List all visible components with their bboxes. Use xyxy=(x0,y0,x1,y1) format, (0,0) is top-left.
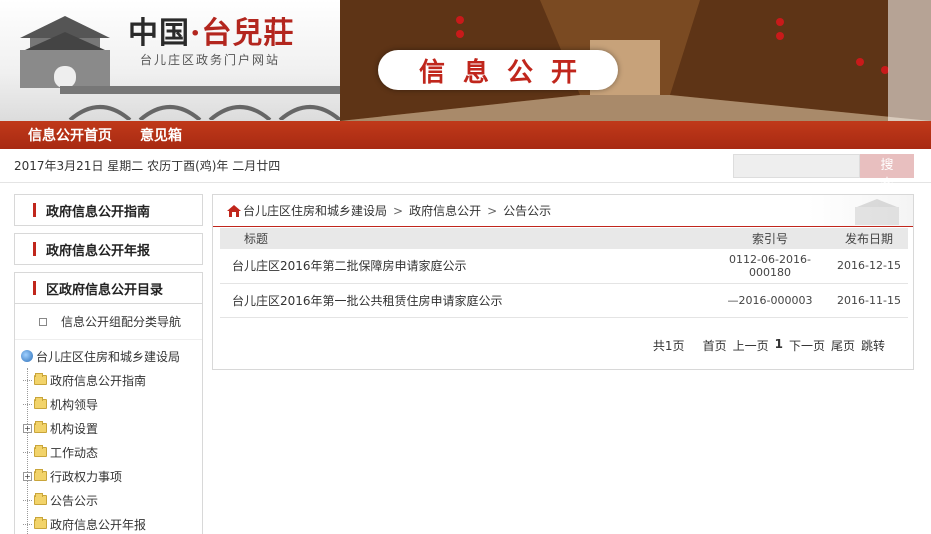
catalog-panel: 区政府信息公开目录 信息公开组配分类导航 台儿庄区住房和城乡建设局 政府信息公开… xyxy=(14,272,203,534)
city-tower-image xyxy=(20,16,110,88)
tree-item[interactable]: 公告公示 xyxy=(15,488,202,512)
folder-icon xyxy=(34,397,47,409)
tree-item[interactable]: 政府信息公开指南 xyxy=(15,368,202,392)
page-body: 政府信息公开指南 政府信息公开年报 区政府信息公开目录 信息公开组配分类导航 台… xyxy=(0,183,931,534)
tree-branch xyxy=(23,451,32,453)
logo-title-part2: 台兒莊 xyxy=(201,16,295,51)
tree-branch xyxy=(23,499,32,501)
breadcrumb-item[interactable]: 公告公示 xyxy=(503,202,551,219)
announcement-table: 标题 索引号 发布日期 台儿庄区2016年第二批保障房申请家庭公示 0112-0… xyxy=(220,228,908,318)
current-date: 2017年3月21日 星期二 农历丁酉(鸡)年 二月廿四 xyxy=(14,159,281,173)
column-header-title: 标题 xyxy=(220,228,710,249)
tree-branch xyxy=(23,523,32,525)
site-subtitle: 台儿庄区政务门户网站 xyxy=(140,53,281,67)
announcement-title-link[interactable]: 台儿庄区2016年第二批保障房申请家庭公示 xyxy=(220,249,710,284)
main-nav: 信息公开首页 意见箱 xyxy=(0,121,931,149)
page-total: 共1页 xyxy=(652,339,685,353)
tree-item-label: 工作动态 xyxy=(50,445,99,460)
sidebar-item-guide[interactable]: 政府信息公开指南 xyxy=(14,194,203,226)
expand-icon[interactable]: + xyxy=(23,423,32,433)
tree-root-label: 台儿庄区住房和城乡建设局 xyxy=(36,349,181,364)
tree-branch xyxy=(23,403,32,405)
tree-root[interactable]: 台儿庄区住房和城乡建设局 xyxy=(15,344,202,368)
prev-page-link[interactable]: 上一页 xyxy=(733,337,769,354)
catalog-title-label: 区政府信息公开目录 xyxy=(46,282,164,298)
tree-item-label: 政府信息公开年报 xyxy=(50,517,147,532)
tree-item[interactable]: 机构领导 xyxy=(15,392,202,416)
next-page-link[interactable]: 下一页 xyxy=(789,337,825,354)
tree-item-label: 公告公示 xyxy=(50,493,99,508)
sidebar-item-annual-report[interactable]: 政府信息公开年报 xyxy=(14,233,203,265)
globe-icon xyxy=(21,350,33,362)
category-nav-label: 信息公开组配分类导航 xyxy=(61,315,182,329)
breadcrumb-item[interactable]: 政府信息公开 xyxy=(409,202,481,219)
breadcrumb-separator: > xyxy=(393,203,404,218)
table-header-row: 标题 索引号 发布日期 xyxy=(220,228,908,249)
category-nav-link[interactable]: 信息公开组配分类导航 xyxy=(15,304,202,340)
sidebar-item-label: 政府信息公开指南 xyxy=(46,204,151,220)
home-icon xyxy=(227,204,241,217)
folder-icon xyxy=(34,445,47,457)
bridge-image xyxy=(60,86,350,120)
tree-item[interactable]: 工作动态 xyxy=(15,440,202,464)
folder-icon xyxy=(34,469,47,481)
index-number: —2016-000003 xyxy=(710,283,830,318)
table-row: 台儿庄区2016年第一批公共租赁住房申请家庭公示 —2016-000003 20… xyxy=(220,283,908,318)
pagination: 共1页 首页 上一页 1 下一页 尾页 跳转 xyxy=(653,337,885,354)
catalog-title: 区政府信息公开目录 xyxy=(14,272,203,304)
search-input[interactable] xyxy=(733,153,860,178)
tree-item-label: 机构设置 xyxy=(50,421,99,436)
table-row: 台儿庄区2016年第二批保障房申请家庭公示 0112-06-2016-00018… xyxy=(220,249,908,284)
first-page-link[interactable]: 首页 xyxy=(703,337,727,354)
current-page: 1 xyxy=(774,337,783,351)
publish-date: 2016-11-15 xyxy=(830,283,908,318)
catalog-tree: 台儿庄区住房和城乡建设局 政府信息公开指南 机构领导 + 机构设置 工作动态 +… xyxy=(15,340,202,534)
header-banner: 中国·台兒莊 台儿庄区政务门户网站 信息公开 xyxy=(0,0,931,121)
red-marker xyxy=(33,242,36,256)
tree-item[interactable]: 政府信息公开年报 xyxy=(15,512,202,534)
nav-feedback-box[interactable]: 意见箱 xyxy=(140,125,182,145)
expand-icon[interactable]: + xyxy=(23,471,32,481)
breadcrumb-separator: > xyxy=(487,203,498,218)
red-marker xyxy=(33,203,36,217)
breadcrumb: 台儿庄区住房和城乡建设局 > 政府信息公开 > 公告公示 xyxy=(213,195,913,227)
nav-info-home[interactable]: 信息公开首页 xyxy=(28,125,112,145)
folder-icon xyxy=(34,493,47,505)
tree-item[interactable]: + 行政权力事项 xyxy=(15,464,202,488)
breadcrumb-item[interactable]: 台儿庄区住房和城乡建设局 xyxy=(243,202,387,219)
column-header-index: 索引号 xyxy=(710,228,830,249)
folder-icon xyxy=(34,517,47,529)
info-bar: 2017年3月21日 星期二 农历丁酉(鸡)年 二月廿四 搜 索 xyxy=(0,149,931,192)
tree-item-label: 机构领导 xyxy=(50,397,99,412)
red-marker xyxy=(33,281,36,295)
square-bullet-icon xyxy=(39,317,47,326)
sidebar: 政府信息公开指南 政府信息公开年报 区政府信息公开目录 信息公开组配分类导航 台… xyxy=(14,194,203,534)
index-number: 0112-06-2016-000180 xyxy=(710,249,830,284)
search-box: 搜 索 xyxy=(733,153,914,192)
tree-item-label: 政府信息公开指南 xyxy=(50,373,147,388)
tree-branch xyxy=(23,379,32,381)
section-seal-text: 信息公开 xyxy=(418,57,595,88)
jump-page-link[interactable]: 跳转 xyxy=(861,337,885,354)
tree-item-label: 行政权力事项 xyxy=(50,469,123,484)
publish-date: 2016-12-15 xyxy=(830,249,908,284)
section-seal: 信息公开 xyxy=(378,50,618,90)
column-header-date: 发布日期 xyxy=(830,228,908,249)
logo-title-part1: 中国 xyxy=(128,16,190,51)
last-page-link[interactable]: 尾页 xyxy=(831,337,855,354)
folder-icon xyxy=(34,421,47,433)
tree-item[interactable]: + 机构设置 xyxy=(15,416,202,440)
announcement-title-link[interactable]: 台儿庄区2016年第一批公共租赁住房申请家庭公示 xyxy=(220,283,710,318)
content-panel: 台儿庄区住房和城乡建设局 > 政府信息公开 > 公告公示 标题 索引号 发布日期… xyxy=(212,194,914,370)
site-logo-title: 中国·台兒莊 xyxy=(128,8,294,52)
tower-watermark-icon xyxy=(855,199,899,225)
folder-icon xyxy=(34,373,47,385)
search-button[interactable]: 搜 索 xyxy=(860,153,914,192)
logo-dot: · xyxy=(190,16,202,51)
sidebar-item-label: 政府信息公开年报 xyxy=(46,243,151,259)
